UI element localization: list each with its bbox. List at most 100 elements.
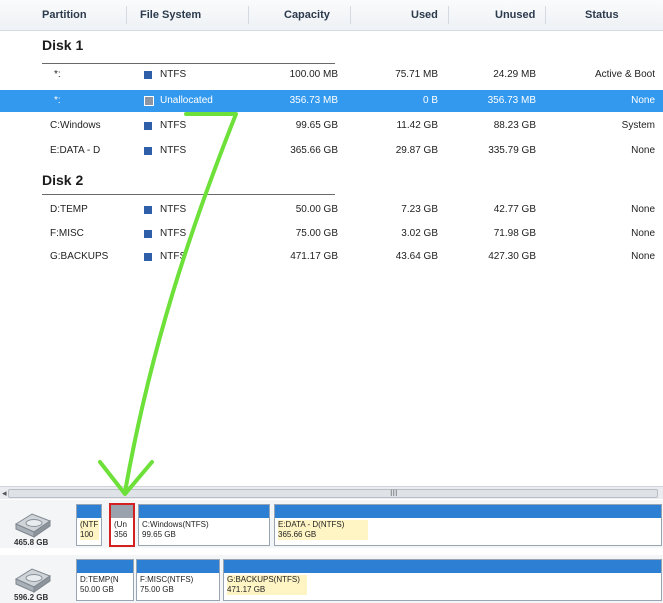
cell-partition: E:DATA - D	[50, 145, 101, 156]
ntfs-icon	[144, 71, 152, 79]
partition-usage-bar	[137, 560, 219, 573]
cell-partition: *:	[54, 95, 61, 106]
partition-block[interactable]: D:TEMP(N 50.00 GB	[76, 559, 134, 601]
cell-filesystem: NTFS	[160, 145, 187, 156]
table-row[interactable]: *: NTFS 100.00 MB 75.71 MB 24.29 MB Acti…	[0, 64, 663, 86]
ntfs-icon	[144, 206, 152, 214]
cell-filesystem: NTFS	[160, 204, 187, 215]
cell-partition: D:TEMP	[50, 204, 88, 215]
disk-map-disk-1: 465.8 GB (NTF 100 (Un 356 C:Windows(NTFS) 9…	[0, 500, 663, 548]
cell-status: None	[631, 251, 655, 262]
disk-2-size: 596.2 GB	[14, 593, 49, 602]
cell-unused: 356.73 MB	[487, 95, 536, 106]
disk-map-disk-2: 596.2 GB D:TEMP(N 50.00 GB F:MISC(NTFS) 75…	[0, 555, 663, 603]
partition-block-label: E:DATA - D(NTFS) 365.66 GB	[278, 520, 368, 540]
cell-capacity: 50.00 GB	[295, 204, 338, 215]
partition-block-label: (Un 356	[114, 520, 128, 539]
disk-1-label: Disk 1	[42, 37, 84, 53]
cell-partition: G:BACKUPS	[50, 251, 109, 262]
cell-capacity: 365.66 GB	[290, 145, 338, 156]
cell-unused: 42.77 GB	[493, 204, 536, 215]
disk-2-label: Disk 2	[42, 172, 84, 188]
cell-status: None	[631, 95, 655, 106]
scroll-thumb[interactable]	[8, 489, 658, 498]
cell-used: 29.87 GB	[395, 145, 438, 156]
cell-filesystem: NTFS	[160, 251, 187, 262]
partition-block[interactable]: E:DATA - D(NTFS) 365.66 GB	[274, 504, 662, 546]
partition-block[interactable]: C:Windows(NTFS) 99.65 GB	[138, 504, 270, 546]
cell-status: System	[621, 120, 655, 131]
table-row[interactable]: F:MISC NTFS 75.00 GB 3.02 GB 71.98 GB No…	[0, 223, 663, 245]
cell-used: 75.71 MB	[395, 69, 438, 80]
cell-filesystem: NTFS	[160, 228, 187, 239]
cell-partition: C:Windows	[50, 120, 101, 131]
partition-block-label: G:BACKUPS(NTFS) 471.17 GB	[227, 575, 307, 595]
scroll-left-icon[interactable]: ◂	[2, 487, 7, 499]
col-partition[interactable]: Partition	[42, 0, 87, 30]
col-divider[interactable]	[350, 6, 351, 24]
partition-block-label: C:Windows(NTFS) 99.65 GB	[142, 520, 209, 539]
cell-capacity: 99.65 GB	[295, 120, 338, 131]
table-row[interactable]: D:TEMP NTFS 50.00 GB 7.23 GB 42.77 GB No…	[0, 199, 663, 221]
cell-capacity: 100.00 MB	[289, 69, 338, 80]
cell-used: 43.64 GB	[395, 251, 438, 262]
cell-used: 7.23 GB	[401, 204, 438, 215]
cell-used: 11.42 GB	[396, 120, 438, 131]
cell-filesystem: NTFS	[160, 69, 187, 80]
col-divider[interactable]	[448, 6, 449, 24]
partition-block[interactable]: F:MISC(NTFS) 75.00 GB	[136, 559, 220, 601]
cell-filesystem: Unallocated	[160, 95, 213, 106]
cell-capacity: 75.00 GB	[295, 228, 338, 239]
cell-status: None	[631, 145, 655, 156]
partition-block-selected[interactable]: (Un 356	[109, 503, 135, 547]
col-used[interactable]: Used	[411, 0, 438, 30]
unallocated-icon	[144, 96, 154, 106]
horizontal-scrollbar[interactable]: ◂ III	[0, 486, 663, 499]
partition-usage-bar	[275, 505, 661, 518]
ntfs-icon	[144, 147, 152, 155]
cell-capacity: 356.73 MB	[289, 95, 338, 106]
cell-unused: 335.79 GB	[488, 145, 536, 156]
disk-1-size: 465.8 GB	[14, 538, 49, 547]
table-row[interactable]: G:BACKUPS NTFS 471.17 GB 43.64 GB 427.30…	[0, 246, 663, 268]
cell-partition: F:MISC	[50, 228, 84, 239]
cell-status: Active & Boot	[594, 69, 655, 80]
disk-divider	[42, 194, 335, 195]
column-header: Partition File System Capacity Used Unus…	[0, 0, 663, 31]
cell-unused: 71.98 GB	[493, 228, 536, 239]
partition-usage-bar	[77, 560, 133, 573]
table-row[interactable]: C:Windows NTFS 99.65 GB 11.42 GB 88.23 G…	[0, 115, 663, 137]
partition-usage-bar	[77, 505, 101, 518]
partition-block-label: (NTF 100	[80, 520, 99, 540]
cell-unused: 88.23 GB	[493, 120, 536, 131]
cell-filesystem: NTFS	[160, 120, 187, 131]
col-unused[interactable]: Unused	[495, 0, 535, 30]
col-divider[interactable]	[126, 6, 127, 24]
cell-used: 0 B	[422, 95, 438, 106]
cell-partition: *:	[54, 69, 61, 80]
scroll-grip-icon: III	[390, 488, 398, 498]
col-filesystem[interactable]: File System	[140, 0, 201, 30]
partition-usage-bar	[139, 505, 269, 518]
ntfs-icon	[144, 253, 152, 261]
partition-block-label: F:MISC(NTFS) 75.00 GB	[140, 575, 194, 594]
ntfs-icon	[144, 122, 152, 130]
col-divider[interactable]	[545, 6, 546, 24]
col-capacity[interactable]: Capacity	[284, 0, 330, 30]
partition-usage-bar	[111, 505, 133, 518]
cell-capacity: 471.17 GB	[290, 251, 338, 262]
cell-used: 3.02 GB	[401, 228, 438, 239]
partition-block-label: D:TEMP(N 50.00 GB	[80, 575, 119, 594]
table-row[interactable]: E:DATA - D NTFS 365.66 GB 29.87 GB 335.7…	[0, 140, 663, 162]
col-divider[interactable]	[248, 6, 249, 24]
cell-status: None	[631, 228, 655, 239]
cell-unused: 427.30 GB	[488, 251, 536, 262]
partition-block[interactable]: G:BACKUPS(NTFS) 471.17 GB	[223, 559, 662, 601]
ntfs-icon	[144, 230, 152, 238]
table-row-selected[interactable]: *: Unallocated 356.73 MB 0 B 356.73 MB N…	[0, 90, 663, 112]
col-status[interactable]: Status	[585, 0, 619, 30]
cell-unused: 24.29 MB	[493, 69, 536, 80]
partition-usage-bar	[224, 560, 661, 573]
cell-status: None	[631, 204, 655, 215]
partition-block[interactable]: (NTF 100	[76, 504, 102, 546]
